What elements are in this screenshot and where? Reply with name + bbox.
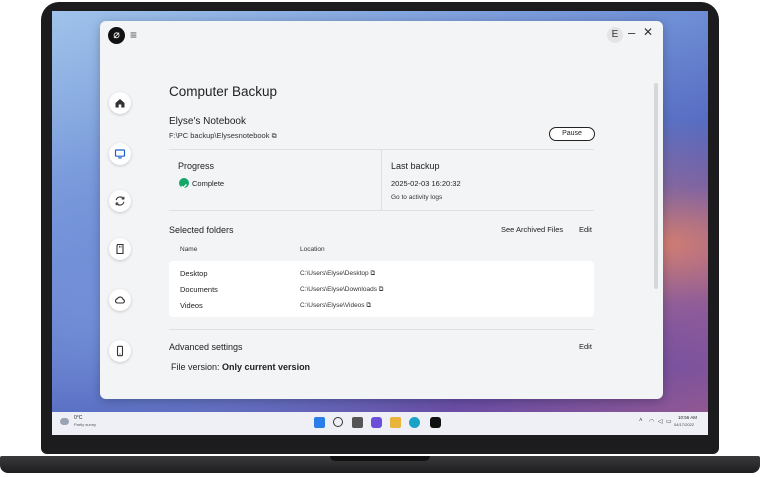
- sd-card-icon: [116, 243, 124, 255]
- nav-sd-card-button[interactable]: [109, 238, 131, 260]
- sync-icon: [115, 196, 125, 206]
- device-path[interactable]: F:\PC backup\Elysesnotebook ⧉: [169, 131, 277, 141]
- column-header-location: Location: [300, 246, 325, 253]
- home-icon: [115, 99, 125, 108]
- app-logo-icon: ⌀: [108, 27, 125, 44]
- table-row-name: Documents: [180, 285, 218, 294]
- table-row-location[interactable]: C:\Users\Elyse\Desktop ⧉: [300, 270, 375, 278]
- selected-folders-heading: Selected folders: [169, 225, 234, 235]
- open-folder-icon[interactable]: ⧉: [366, 302, 371, 309]
- file-version: File version: Only current version: [171, 362, 310, 372]
- wifi-icon[interactable]: ◠: [649, 418, 654, 425]
- weather-description: Partly sunny: [74, 422, 97, 427]
- nav-sync-button[interactable]: [109, 190, 131, 212]
- weather-icon[interactable]: [60, 418, 69, 425]
- divider: [381, 149, 382, 210]
- device-name: Elyse's Notebook: [169, 116, 246, 127]
- activity-logs-link[interactable]: Go to activity logs: [391, 194, 442, 201]
- pause-button[interactable]: Pause: [549, 127, 595, 141]
- advanced-settings-heading: Advanced settings: [169, 342, 243, 352]
- teams-icon[interactable]: [371, 417, 382, 428]
- check-circle-icon: [179, 178, 189, 189]
- close-icon[interactable]: ✕: [643, 25, 653, 39]
- folders-table: Desktop C:\Users\Elyse\Desktop ⧉ Documen…: [169, 261, 594, 317]
- user-avatar[interactable]: E: [607, 27, 623, 43]
- table-row-name: Videos: [180, 301, 203, 310]
- scrollbar[interactable]: [654, 83, 658, 289]
- location-text: C:\Users\Elyse\Videos: [300, 302, 365, 309]
- open-folder-icon[interactable]: ⧉: [272, 133, 277, 140]
- location-text: C:\Users\Elyse\Desktop: [300, 270, 369, 277]
- start-icon[interactable]: [314, 417, 325, 428]
- battery-icon[interactable]: ▭: [666, 418, 672, 425]
- app-window: ⌀ ≡ E – ✕ Computer Backup Elyse's Notebo…: [100, 21, 663, 399]
- column-header-name: Name: [180, 246, 198, 253]
- task-view-icon[interactable]: [352, 417, 363, 428]
- minimize-icon[interactable]: –: [628, 25, 635, 40]
- see-archived-files-link[interactable]: See Archived Files: [501, 225, 563, 234]
- table-row-location[interactable]: C:\Users\Elyse\Downloads ⧉: [300, 286, 383, 294]
- divider: [169, 329, 594, 330]
- advanced-edit-link[interactable]: Edit: [579, 342, 592, 351]
- folders-edit-link[interactable]: Edit: [579, 225, 592, 234]
- tray-date[interactable]: 04/17/2022: [674, 422, 694, 427]
- file-version-value: Only current version: [222, 362, 311, 372]
- open-folder-icon[interactable]: ⧉: [370, 270, 375, 277]
- file-explorer-icon[interactable]: [390, 417, 401, 428]
- nav-cloud-button[interactable]: [109, 289, 131, 311]
- table-row-name: Desktop: [180, 269, 208, 278]
- desktop-screen: ⌀ ≡ E – ✕ Computer Backup Elyse's Notebo…: [52, 11, 708, 435]
- laptop-base: [0, 452, 760, 477]
- nav-computer-button[interactable]: [109, 143, 131, 165]
- divider: [169, 210, 594, 211]
- tray-time[interactable]: 10:56 AM: [678, 415, 697, 420]
- nav-phone-button[interactable]: [109, 340, 131, 362]
- progress-label: Progress: [178, 161, 215, 171]
- open-folder-icon[interactable]: ⧉: [379, 286, 384, 293]
- last-backup-datetime: 2025-02-03 16:20:32: [391, 179, 461, 188]
- page-title: Computer Backup: [169, 84, 278, 99]
- computer-icon: [114, 149, 126, 159]
- backup-app-taskbar-icon[interactable]: [430, 417, 441, 428]
- cloud-icon: [115, 296, 125, 304]
- weather-temperature: 0°C: [74, 415, 83, 421]
- hamburger-menu-icon[interactable]: ≡: [130, 28, 137, 42]
- phone-icon: [116, 345, 124, 357]
- taskbar: 0°C Partly sunny ˄ ◠ ◁ ▭ 10:56 AM 04/17/…: [52, 412, 708, 435]
- edge-icon[interactable]: [409, 417, 420, 428]
- table-row-location[interactable]: C:\Users\Elyse\Videos ⧉: [300, 302, 371, 310]
- search-icon[interactable]: [333, 417, 343, 427]
- file-version-label: File version:: [171, 362, 220, 372]
- tray-chevron-icon[interactable]: ˄: [639, 418, 643, 424]
- progress-status: Complete: [192, 179, 225, 188]
- nav-home-button[interactable]: [109, 92, 131, 114]
- device-path-text: F:\PC backup\Elysesnotebook: [169, 131, 270, 140]
- location-text: C:\Users\Elyse\Downloads: [300, 286, 377, 293]
- last-backup-label: Last backup: [391, 161, 440, 171]
- volume-icon[interactable]: ◁: [658, 418, 663, 425]
